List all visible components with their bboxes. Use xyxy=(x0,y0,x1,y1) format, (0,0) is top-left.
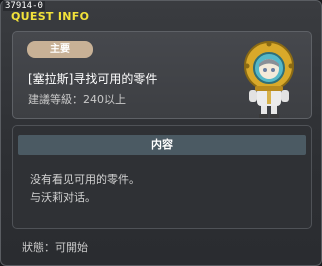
quest-type-badge: 主要 xyxy=(27,41,93,58)
quest-info-window: 37914-0 QUEST INFO 主要 [塞拉斯]寻找可用的零件 建議等級：… xyxy=(0,0,322,266)
quest-header-panel: 主要 [塞拉斯]寻找可用的零件 建議等級：240以上 xyxy=(12,31,312,119)
quest-content-panel: 内容 没有看见可用的零件。 与沃莉对话。 xyxy=(12,125,312,229)
window-title: QUEST INFO xyxy=(11,10,90,23)
content-line: 与沃莉对话。 xyxy=(30,191,96,204)
quest-status: 狀態：可開始 xyxy=(22,241,88,254)
diver-helmet-npc-icon xyxy=(244,41,294,118)
recommended-level: 建議等級：240以上 xyxy=(28,93,126,106)
content-line: 没有看见可用的零件。 xyxy=(30,173,140,186)
content-header: 内容 xyxy=(18,135,306,155)
quest-name: [塞拉斯]寻找可用的零件 xyxy=(28,72,158,86)
